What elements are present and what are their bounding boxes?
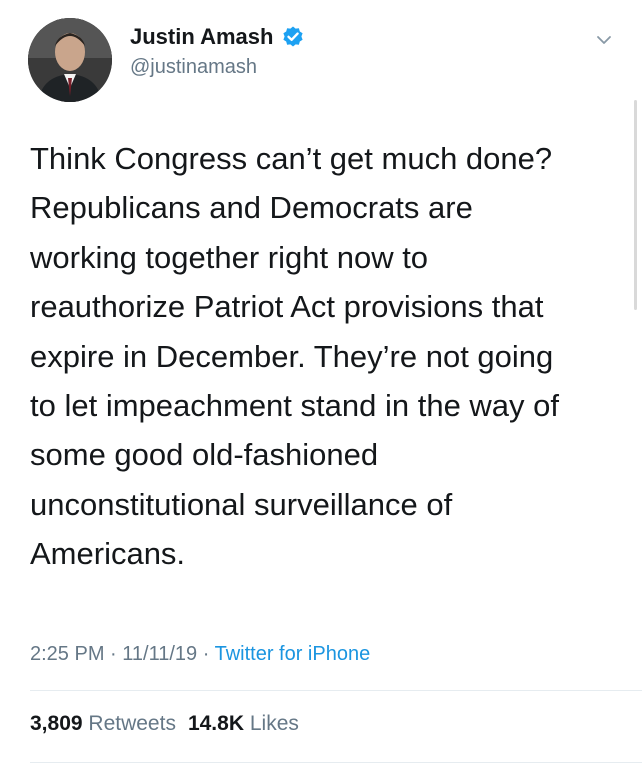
scrollbar[interactable] bbox=[634, 100, 637, 310]
tweet-stats: 3,809 Retweets 14.8K Likes bbox=[30, 712, 299, 736]
chevron-down-icon[interactable] bbox=[594, 30, 614, 50]
verified-badge-icon bbox=[281, 25, 305, 49]
tweet-text-line: expire in December. They’re not going bbox=[30, 338, 554, 374]
author-display-name[interactable]: Justin Amash bbox=[130, 24, 273, 50]
tweet-text-line: Think Congress can’t get much done? bbox=[30, 141, 553, 176]
tweet-source-link[interactable]: Twitter for iPhone bbox=[215, 643, 371, 665]
meta-separator: · bbox=[197, 643, 215, 665]
retweets-count: 3,809 bbox=[30, 712, 83, 735]
tweet-text: Think Congress can’t get much done? Repu… bbox=[30, 134, 620, 579]
avatar[interactable] bbox=[28, 18, 112, 102]
tweet-text-line: to let impeachment stand in the way of bbox=[30, 388, 560, 424]
tweet-text-line: Americans. bbox=[30, 536, 186, 572]
tweet-card: Justin Amash @justinamash Think Congress… bbox=[0, 0, 642, 768]
tweet-text-line: unconstitutional surveillance of bbox=[30, 486, 453, 522]
tweet-time[interactable]: 2:25 PM bbox=[30, 643, 104, 665]
tweet-text-line: some good old-fashioned bbox=[30, 437, 379, 473]
avatar-image bbox=[28, 18, 112, 102]
tweet-date[interactable]: 11/11/19 bbox=[122, 643, 197, 665]
retweets-stat[interactable]: 3,809 Retweets bbox=[30, 712, 176, 735]
retweets-label: Retweets bbox=[88, 712, 176, 735]
divider bbox=[30, 762, 642, 763]
author-handle[interactable]: @justinamash bbox=[130, 56, 257, 79]
author-name-row: Justin Amash bbox=[130, 24, 305, 50]
meta-separator: · bbox=[104, 643, 123, 665]
likes-stat[interactable]: 14.8K Likes bbox=[188, 712, 299, 735]
divider bbox=[30, 690, 642, 691]
tweet-text-line: Republicans and Democrats are bbox=[30, 190, 473, 226]
likes-label: Likes bbox=[249, 712, 299, 735]
tweet-text-line: working together right now to bbox=[30, 239, 429, 275]
tweet-meta: 2:25 PM · 11/11/19 · Twitter for iPhone bbox=[30, 643, 370, 666]
tweet-text-line: reauthorize Patriot Act provisions that bbox=[30, 289, 544, 325]
likes-count: 14.8K bbox=[187, 712, 244, 735]
